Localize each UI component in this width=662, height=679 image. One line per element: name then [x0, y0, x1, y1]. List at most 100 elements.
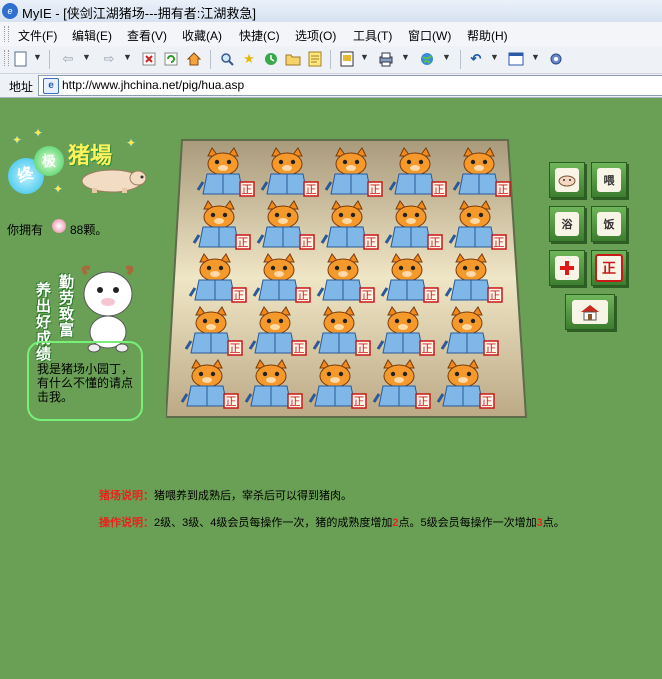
- medical-button[interactable]: [549, 250, 585, 286]
- meal-button[interactable]: 饭: [591, 206, 627, 242]
- print-icon[interactable]: [377, 50, 395, 68]
- window-icon[interactable]: [507, 50, 525, 68]
- pig-cell[interactable]: 正: [452, 146, 512, 198]
- toolbar-separator: [460, 50, 461, 69]
- pig-avatar-icon: 正: [440, 306, 499, 356]
- globe-dropdown-icon[interactable]: ▼: [442, 52, 451, 62]
- pig-cell[interactable]: 正: [388, 146, 448, 198]
- pig-avatar-icon: 正: [380, 253, 439, 303]
- search-icon[interactable]: [218, 50, 236, 68]
- settings-icon[interactable]: [547, 50, 565, 68]
- toolbar: ▼ ⇦ ▼ ⇨ ▼ ★ ▼ ▼ ▼ ↶ ▼ ▼: [0, 46, 662, 74]
- feed-pig-button[interactable]: [549, 162, 585, 198]
- address-input[interactable]: e http://www.jhchina.net/pig/hua.asp: [38, 75, 662, 96]
- favorites-icon[interactable]: ★: [240, 50, 258, 68]
- home-icon[interactable]: [185, 50, 203, 68]
- bath-button[interactable]: 浴: [549, 206, 585, 242]
- toolbar-separator: [210, 50, 211, 69]
- page-icon[interactable]: [338, 50, 356, 68]
- pig-stamp-label: 正: [426, 289, 437, 302]
- pig-stamp-label: 正: [498, 183, 509, 196]
- owned-count: 88颗。: [70, 223, 108, 237]
- pig-cell[interactable]: 正: [312, 305, 372, 357]
- pig-cell[interactable]: 正: [248, 305, 308, 357]
- print-dropdown-icon[interactable]: ▼: [401, 52, 410, 62]
- menu-file[interactable]: 文件(F): [18, 27, 57, 44]
- title-bar: e MyIE - [侠剑江湖猪场---拥有者:江湖救急]: [0, 0, 662, 23]
- sparkle-icon: ✦: [126, 136, 137, 150]
- back-icon[interactable]: ⇦: [59, 50, 77, 68]
- seed-icon: [52, 219, 66, 233]
- pig-avatar-icon: 正: [452, 147, 511, 197]
- pig-avatar-icon: 正: [188, 253, 247, 303]
- menu-tools[interactable]: 工具(T): [353, 27, 392, 44]
- undo-dropdown-icon[interactable]: ▼: [490, 52, 499, 62]
- history-icon[interactable]: [262, 50, 280, 68]
- operation-note-key: 操作说明：: [99, 517, 154, 529]
- stamp-button[interactable]: 正: [591, 250, 627, 286]
- house-button[interactable]: [565, 294, 615, 330]
- pig-avatar-icon: 正: [260, 147, 319, 197]
- pig-cell[interactable]: 正: [440, 305, 500, 357]
- pig-stamp-label: 正: [226, 395, 237, 408]
- menu-window[interactable]: 窗口(W): [408, 27, 451, 44]
- sparkle-icon: ✦: [33, 126, 44, 140]
- pig-cell[interactable]: 正: [256, 199, 316, 251]
- pig-cell[interactable]: 正: [384, 199, 444, 251]
- pig-cell[interactable]: 正: [180, 358, 240, 410]
- refresh-icon[interactable]: [162, 50, 180, 68]
- pig-cell[interactable]: 正: [372, 358, 432, 410]
- feed-rice-button[interactable]: 喂: [591, 162, 627, 198]
- gardener-help-link[interactable]: 我是猪场小园丁，有什么不懂的请点击我。: [37, 362, 141, 404]
- pig-stamp-label: 正: [482, 395, 493, 408]
- pig-cell[interactable]: 正: [316, 252, 376, 304]
- page-dropdown-icon[interactable]: ▼: [360, 52, 369, 62]
- sparkle-icon: ✦: [53, 182, 64, 196]
- back-dropdown-icon[interactable]: ▼: [82, 52, 91, 62]
- pig-cell[interactable]: 正: [188, 252, 248, 304]
- new-dropdown-icon[interactable]: ▼: [33, 52, 42, 62]
- pig-cell[interactable]: 正: [252, 252, 312, 304]
- new-page-icon[interactable]: [12, 50, 30, 68]
- pig-cell[interactable]: 正: [380, 252, 440, 304]
- pig-stamp-label: 正: [294, 342, 305, 355]
- menu-options[interactable]: 选项(O): [295, 27, 336, 44]
- pig-stamp-label: 正: [422, 342, 433, 355]
- pig-cell[interactable]: 正: [192, 199, 252, 251]
- pig-cell[interactable]: 正: [324, 146, 384, 198]
- menu-edit[interactable]: 编辑(E): [72, 27, 112, 44]
- notes-icon[interactable]: [306, 50, 324, 68]
- pig-avatar-icon: 正: [448, 200, 507, 250]
- farm-note-key: 猪场说明：: [99, 490, 154, 502]
- pig-cell[interactable]: 正: [376, 305, 436, 357]
- pig-cell[interactable]: 正: [448, 199, 508, 251]
- pig-cell[interactable]: 正: [436, 358, 496, 410]
- stop-icon[interactable]: [140, 50, 158, 68]
- forward-dropdown-icon[interactable]: ▼: [123, 52, 132, 62]
- address-url[interactable]: http://www.jhchina.net/pig/hua.asp: [62, 78, 244, 92]
- menu-shortcuts[interactable]: 快捷(C): [239, 27, 280, 44]
- operation-note-text: 2级、3级、4级会员每操作一次，猪的成熟度增加: [154, 517, 393, 529]
- globe-icon[interactable]: [418, 50, 436, 68]
- menu-favorites[interactable]: 收藏(A): [182, 27, 222, 44]
- pig-avatar-icon: 正: [388, 147, 447, 197]
- menu-view[interactable]: 查看(V): [127, 27, 167, 44]
- toolbar-separator: [330, 50, 331, 69]
- pig-stamp-label: 正: [238, 236, 249, 249]
- folder-icon[interactable]: [284, 50, 302, 68]
- forward-icon[interactable]: ⇨: [100, 50, 118, 68]
- pig-cell[interactable]: 正: [244, 358, 304, 410]
- toolbar-separator: [49, 50, 50, 69]
- pig-cell[interactable]: 正: [308, 358, 368, 410]
- pig-cell[interactable]: 正: [196, 146, 256, 198]
- menu-help[interactable]: 帮助(H): [467, 27, 508, 44]
- pig-cell[interactable]: 正: [320, 199, 380, 251]
- pig-cell[interactable]: 正: [184, 305, 244, 357]
- window-dropdown-icon[interactable]: ▼: [531, 52, 540, 62]
- address-bar: 地址 e http://www.jhchina.net/pig/hua.asp: [0, 74, 662, 98]
- pig-avatar-icon: 正: [180, 359, 239, 409]
- undo-icon[interactable]: ↶: [467, 50, 485, 68]
- pig-cell[interactable]: 正: [260, 146, 320, 198]
- menu-grip: [4, 26, 9, 42]
- pig-cell[interactable]: 正: [444, 252, 504, 304]
